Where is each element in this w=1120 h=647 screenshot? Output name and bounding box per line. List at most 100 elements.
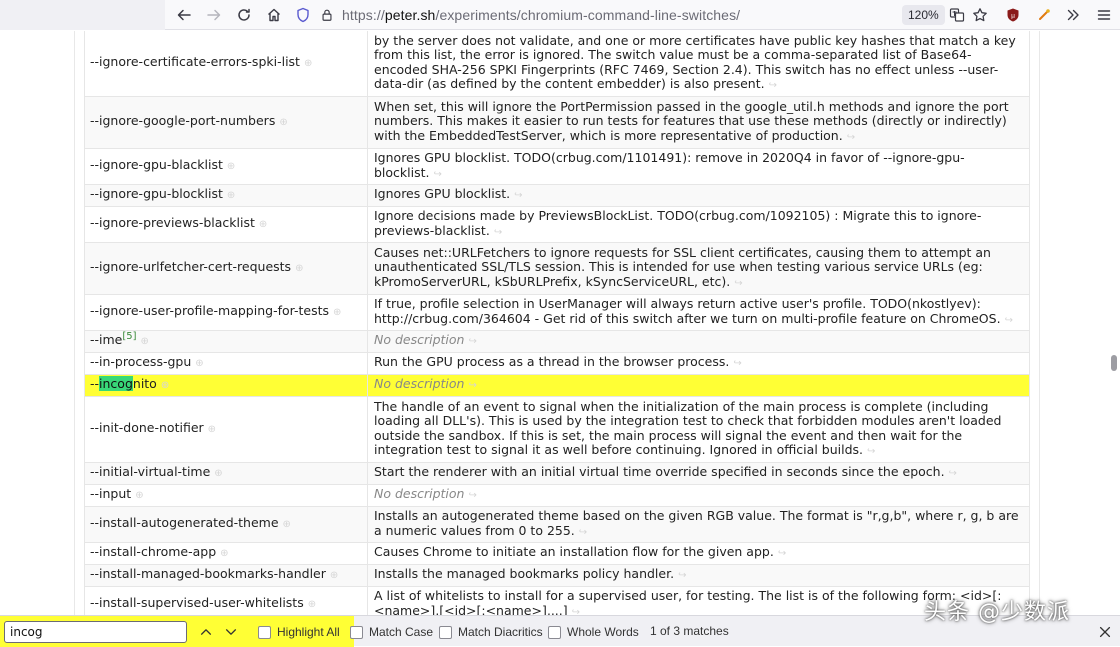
anchor-link-icon[interactable]: ⊕ — [308, 599, 316, 610]
switch-description: Causes Chrome to initiate an installatio… — [374, 544, 774, 560]
return-link-icon[interactable]: ↪ — [434, 169, 442, 180]
return-link-icon[interactable]: ↪ — [514, 190, 522, 201]
return-link-icon[interactable]: ↪ — [468, 380, 476, 391]
checkbox-box[interactable] — [548, 625, 561, 639]
anchor-link-icon[interactable]: ⊕ — [283, 519, 291, 530]
switch-description-cell: If true, profile selection in UserManage… — [367, 294, 1030, 331]
switch-description-cell: No description ↪ — [367, 374, 1030, 397]
find-next-button[interactable] — [221, 622, 241, 642]
anchor-link-icon[interactable]: ⊕ — [330, 570, 338, 581]
checkbox-box[interactable] — [350, 625, 363, 639]
content-border-right — [1039, 31, 1040, 615]
home-button[interactable] — [262, 4, 286, 26]
switch-description-cell: by the server does not validate, and one… — [367, 31, 1030, 97]
footnote-link[interactable]: [5] — [122, 331, 136, 342]
return-link-icon[interactable]: ↪ — [778, 548, 786, 559]
ublock-icon: μ — [1007, 8, 1019, 22]
switch-name: --install-supervised-user-whitelists — [90, 595, 304, 611]
anchor-link-icon[interactable]: ⊕ — [208, 424, 216, 435]
return-link-icon[interactable]: ↪ — [468, 336, 476, 347]
switch-name: --ignore-urlfetcher-cert-requests — [90, 259, 292, 275]
return-link-icon[interactable]: ↪ — [733, 358, 741, 369]
app-menu-button[interactable] — [1093, 4, 1115, 26]
close-find-bar-button[interactable] — [1097, 624, 1113, 640]
match-case-label: Match Case — [369, 625, 434, 639]
bookmark-star-button[interactable] — [969, 4, 991, 26]
match-case-checkbox[interactable]: Match Case — [350, 624, 433, 640]
highlight-all-checkbox[interactable]: Highlight All — [258, 624, 340, 640]
whole-words-label: Whole Words — [567, 625, 639, 639]
switch-name-cell: --ignore-gpu-blacklist ⊕ — [84, 148, 368, 185]
browser-toolbar: https://peter.sh/experiments/chromium-co… — [0, 0, 1120, 30]
lock-icon[interactable] — [318, 6, 336, 24]
switch-name: --in-process-gpu — [90, 354, 192, 370]
switch-name-cell: --incognito ⊕ — [84, 374, 368, 397]
find-previous-button[interactable] — [196, 622, 216, 642]
return-link-icon[interactable]: ↪ — [949, 468, 957, 479]
anchor-link-icon[interactable]: ⊕ — [141, 336, 149, 347]
anchor-link-icon[interactable]: ⊕ — [214, 468, 222, 479]
match-diacritics-checkbox[interactable]: Match Diacritics — [439, 624, 543, 640]
chevron-down-icon — [225, 629, 237, 635]
anchor-link-icon[interactable]: ⊕ — [161, 380, 169, 391]
shield-icon[interactable] — [294, 6, 312, 24]
switch-description: Start the renderer with an initial virtu… — [374, 464, 945, 480]
table-row: --ime[5] ⊕ No description ↪ — [84, 330, 1030, 353]
return-link-icon[interactable]: ↪ — [494, 227, 502, 238]
home-icon — [268, 8, 280, 22]
switch-name: --initial-virtual-time — [90, 464, 211, 480]
table-row: --in-process-gpu ⊕ Run the GPU process as … — [84, 352, 1030, 375]
zoom-level-badge[interactable]: 120% — [902, 5, 945, 25]
page-scrollbar[interactable] — [1108, 31, 1120, 615]
switch-description-cell: Ignore decisions made by PreviewsBlockLi… — [367, 206, 1030, 243]
switch-description-cell: No description ↪ — [367, 330, 1030, 353]
anchor-link-icon[interactable]: ⊕ — [259, 219, 267, 230]
switch-name: --ignore-previews-blacklist — [90, 215, 255, 231]
table-row: --ignore-previews-blacklist ⊕ Ignore decis… — [84, 206, 1030, 243]
switch-description: Installs the managed bookmarks policy ha… — [374, 566, 675, 582]
return-link-icon[interactable]: ↪ — [847, 132, 855, 143]
anchor-link-icon[interactable]: ⊕ — [227, 161, 235, 172]
url-text[interactable]: https://peter.sh/experiments/chromium-co… — [342, 7, 740, 23]
anchor-link-icon[interactable]: ⊕ — [304, 58, 312, 69]
switch-description-cell: Installs an autogenerated theme based on… — [367, 506, 1030, 543]
anchor-link-icon[interactable]: ⊕ — [279, 117, 287, 128]
anchor-link-icon[interactable]: ⊕ — [227, 190, 235, 201]
anchor-link-icon[interactable]: ⊕ — [295, 263, 303, 274]
switch-name-cell: --in-process-gpu ⊕ — [84, 352, 368, 375]
back-button[interactable] — [172, 4, 196, 26]
return-link-icon[interactable]: ↪ — [572, 607, 580, 616]
translate-button[interactable] — [946, 4, 968, 26]
return-link-icon[interactable]: ↪ — [579, 527, 587, 538]
switch-name-cell: --input ⊕ — [84, 484, 368, 507]
extension-button[interactable] — [1033, 4, 1055, 26]
table-row: --incognito ⊕ No description ↪ — [84, 374, 1030, 397]
checkbox-box[interactable] — [439, 625, 452, 639]
address-bar[interactable]: https://peter.sh/experiments/chromium-co… — [294, 4, 894, 26]
anchor-link-icon[interactable]: ⊕ — [220, 548, 228, 559]
switches-table: --ignore-certificate-errors-spki-list ⊕ by… — [84, 31, 1030, 615]
reload-button[interactable] — [232, 4, 256, 26]
ublock-extension-button[interactable]: μ — [1002, 4, 1024, 26]
table-row: --initial-virtual-time ⊕ Start the rendere… — [84, 462, 1030, 485]
anchor-link-icon[interactable]: ⊕ — [195, 358, 203, 369]
anchor-link-icon[interactable]: ⊕ — [135, 490, 143, 501]
return-link-icon[interactable]: ↪ — [678, 570, 686, 581]
find-input[interactable] — [4, 621, 187, 643]
switch-description: Ignores GPU blocklist. TODO(crbug.com/11… — [374, 150, 965, 180]
return-link-icon[interactable]: ↪ — [867, 446, 875, 457]
reload-icon — [238, 8, 250, 21]
checkbox-box[interactable] — [258, 625, 271, 639]
return-link-icon[interactable]: ↪ — [468, 490, 476, 501]
anchor-link-icon[interactable]: ⊕ — [333, 307, 341, 318]
return-link-icon[interactable]: ↪ — [1005, 315, 1013, 326]
overflow-menu-button[interactable] — [1062, 4, 1084, 26]
forward-button[interactable] — [202, 4, 226, 26]
extension-icon — [1039, 9, 1050, 20]
scrollbar-thumb[interactable] — [1111, 355, 1117, 371]
switch-description: The handle of an event to signal when th… — [374, 398, 1002, 457]
whole-words-checkbox[interactable]: Whole Words — [548, 624, 639, 640]
watermark: 头条 @少数派 — [924, 600, 1070, 625]
return-link-icon[interactable]: ↪ — [769, 80, 777, 91]
return-link-icon[interactable]: ↪ — [734, 278, 742, 289]
